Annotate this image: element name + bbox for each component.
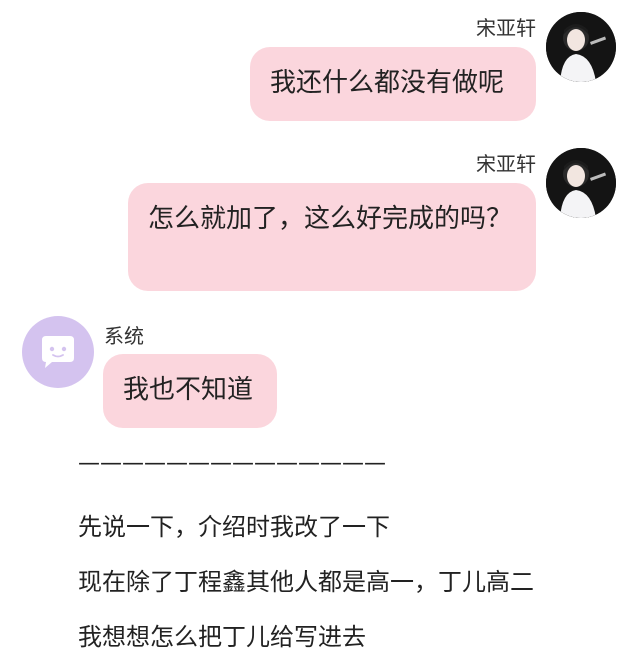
message-bubble: 我还什么都没有做呢 — [250, 47, 536, 121]
paragraph: 我想想怎么把丁儿给写进去 — [78, 623, 366, 651]
paragraph: 现在除了丁程鑫其他人都是高一，丁儿高二 — [78, 568, 534, 596]
user-photo-icon — [546, 148, 616, 218]
system-avatar[interactable] — [22, 316, 94, 388]
text-divider: —————————————— — [78, 451, 386, 476]
avatar[interactable] — [546, 148, 616, 218]
message-bubble: 我也不知道 — [103, 354, 277, 428]
sender-name: 系统 — [104, 324, 144, 348]
paragraph: 先说一下，介绍时我改了一下 — [78, 513, 390, 541]
user-photo-icon — [546, 12, 616, 82]
message-bubble: 怎么就加了，这么好完成的吗？ — [128, 183, 536, 291]
sender-name: 宋亚轩 — [476, 152, 536, 176]
chat-bubble-icon — [42, 336, 74, 368]
sender-name: 宋亚轩 — [476, 16, 536, 40]
avatar[interactable] — [546, 12, 616, 82]
